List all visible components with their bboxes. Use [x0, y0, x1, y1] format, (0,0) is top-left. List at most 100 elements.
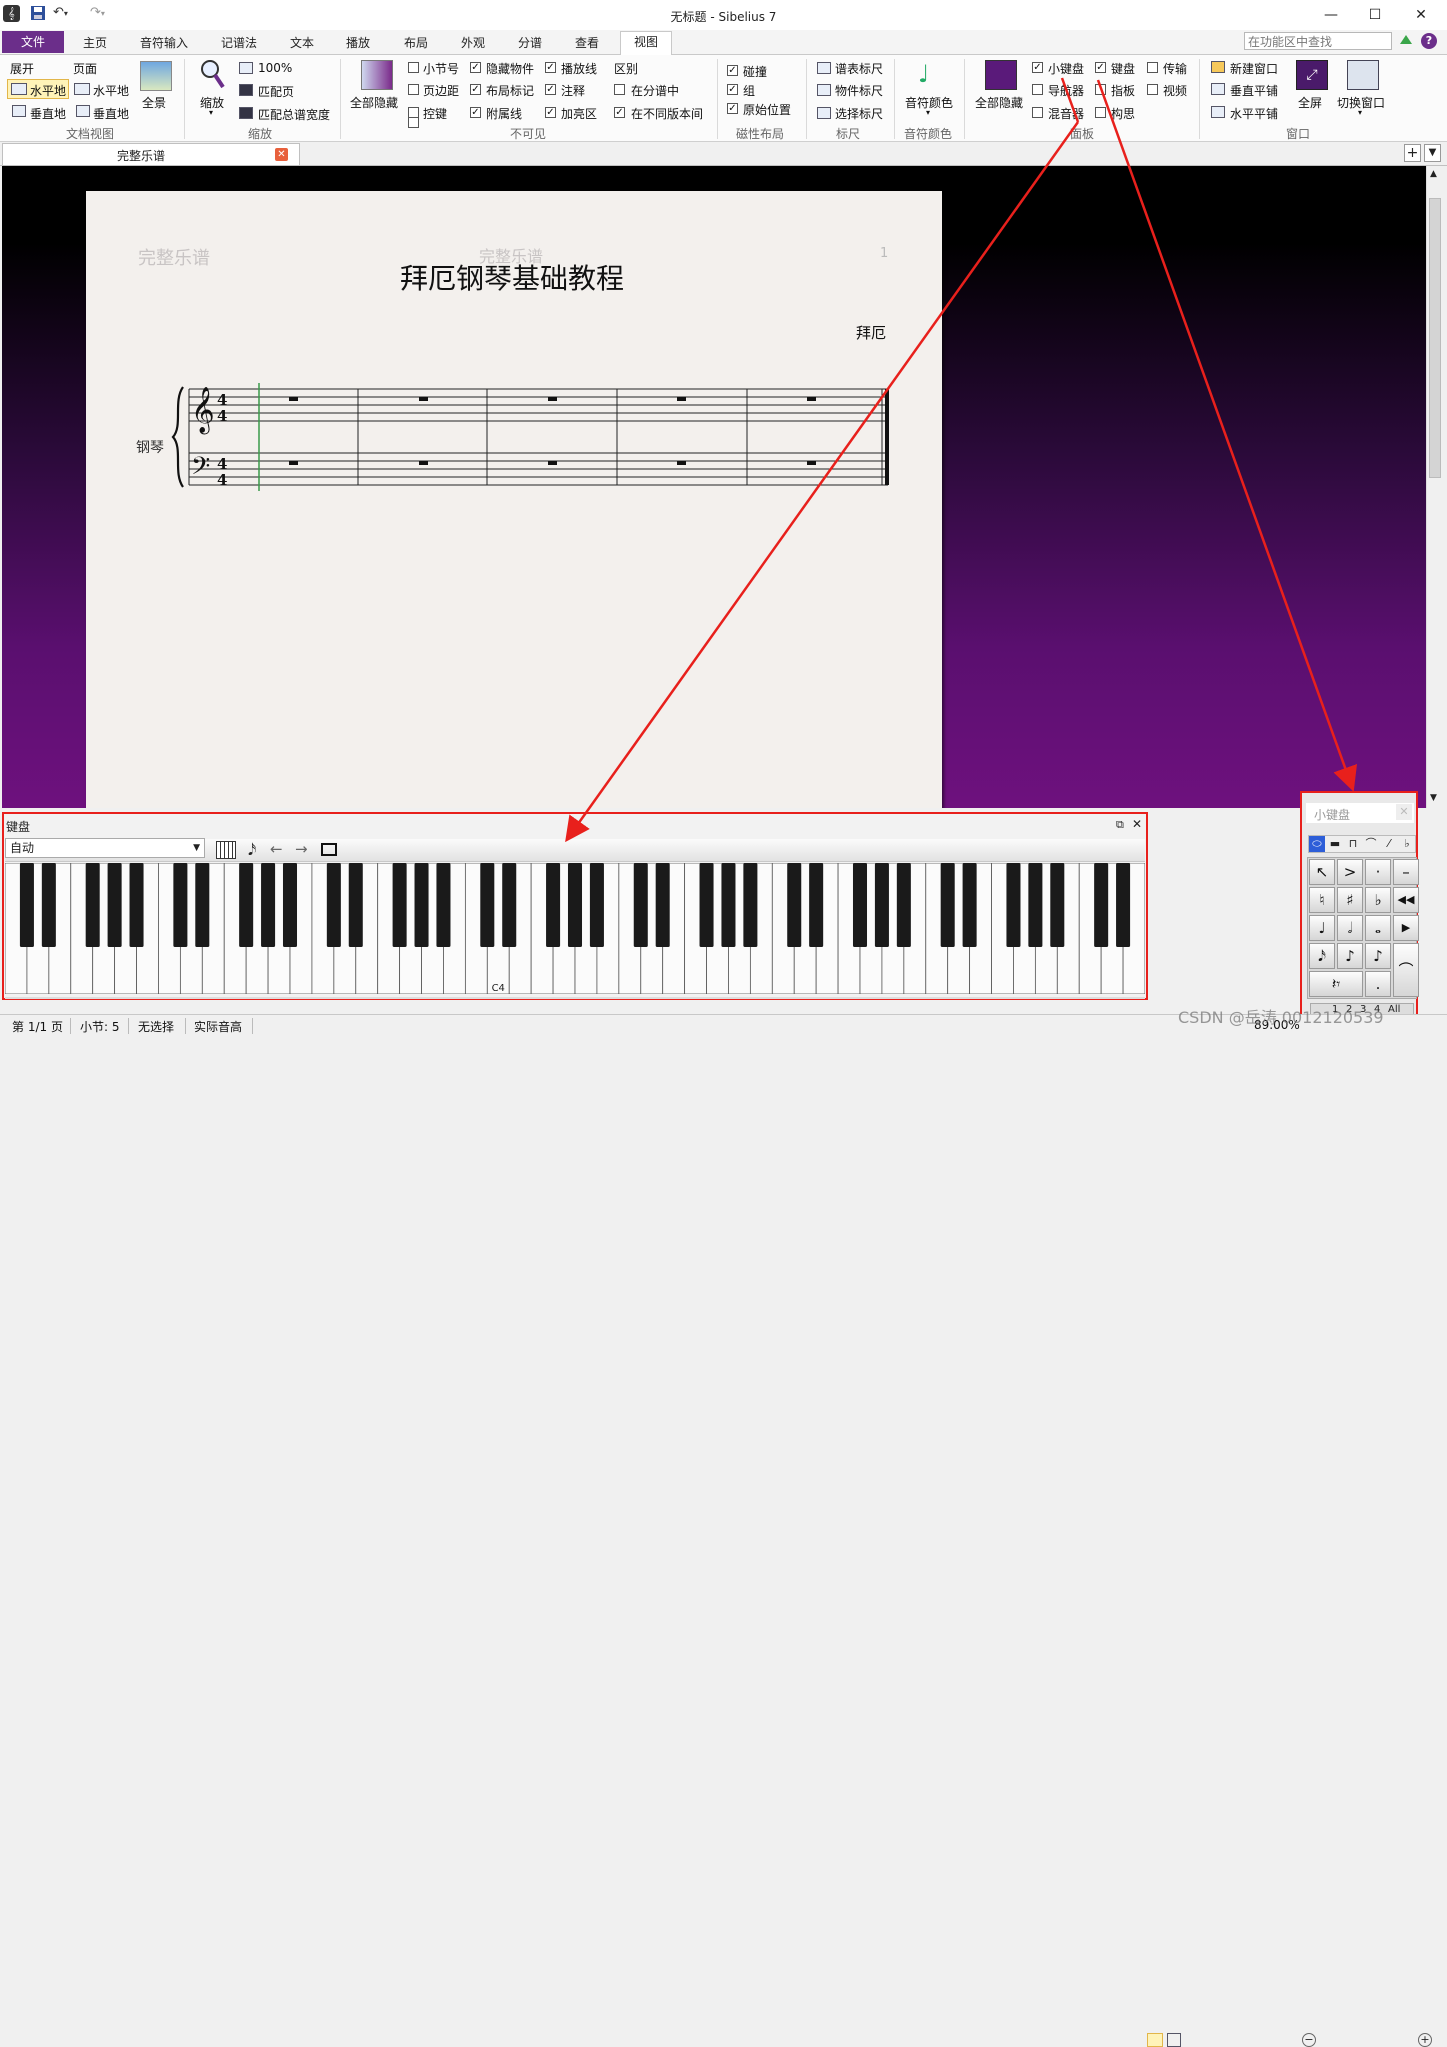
- tab-layout[interactable]: 布局: [394, 33, 438, 53]
- instrument-name[interactable]: 钢琴: [136, 437, 164, 457]
- black-key[interactable]: [173, 863, 188, 947]
- keypad-tab-jazz-icon[interactable]: ⁄: [1381, 836, 1397, 852]
- black-key[interactable]: [787, 863, 802, 947]
- keyboard-note-icon[interactable]: 𝅘𝅥𝅯: [248, 840, 256, 860]
- navigator-checkbox[interactable]: [1032, 84, 1043, 95]
- help-icon[interactable]: ?: [1421, 33, 1437, 49]
- tab-review[interactable]: 查看: [565, 33, 609, 53]
- keyboard-grid-icon[interactable]: [216, 841, 236, 859]
- keypad-tenuto-icon[interactable]: –: [1393, 859, 1419, 885]
- black-key[interactable]: [195, 863, 210, 947]
- panorama-button[interactable]: 全景: [142, 94, 166, 111]
- black-key[interactable]: [348, 863, 363, 947]
- status-view-vertical-icon[interactable]: [1167, 2033, 1181, 2047]
- black-key[interactable]: [940, 863, 955, 947]
- grand-staff[interactable]: 𝄞 𝄢 4 4 4 4: [171, 381, 891, 501]
- page-margins-checkbox[interactable]: [408, 84, 419, 95]
- in-parts-checkbox[interactable]: [614, 84, 625, 95]
- hide-all-panels-button[interactable]: 全部隐藏: [975, 94, 1023, 111]
- piano-keyboard[interactable]: C4: [5, 863, 1145, 994]
- tab-parts[interactable]: 分谱: [508, 33, 552, 53]
- note-colors-dropdown-icon[interactable]: ▾: [926, 108, 930, 117]
- black-key[interactable]: [1050, 863, 1065, 947]
- keypad-checkbox[interactable]: ✓: [1032, 62, 1043, 73]
- magnifier-icon[interactable]: [199, 59, 225, 94]
- vertical-view-button[interactable]: 垂直地: [30, 105, 66, 122]
- collisions-checkbox[interactable]: ✓: [727, 65, 738, 76]
- score-page[interactable]: 完整乐谱 完整乐谱 1 拜厄钢琴基础教程 拜厄 钢琴 𝄞 𝄢 4 4 4 4: [86, 191, 942, 811]
- keypad-close-icon[interactable]: ✕: [1396, 804, 1412, 820]
- page-view-button[interactable]: 页面: [73, 60, 97, 77]
- vertical-scrollbar[interactable]: ▲ ▼: [1426, 166, 1444, 808]
- scroll-up-icon[interactable]: ▲: [1430, 169, 1437, 179]
- mixer-checkbox[interactable]: [1032, 107, 1043, 118]
- maximize-button[interactable]: ☐: [1352, 0, 1398, 30]
- keypad-eighth-note-2-icon[interactable]: ♪: [1365, 943, 1391, 969]
- keypad-tab-beams-icon[interactable]: ⊓: [1345, 836, 1361, 852]
- ideas-checkbox[interactable]: [1095, 107, 1106, 118]
- groups-checkbox[interactable]: ✓: [727, 84, 738, 95]
- tile-vertical-button[interactable]: 垂直平铺: [1230, 82, 1278, 99]
- zoom-dropdown-icon[interactable]: ▾: [209, 108, 213, 117]
- black-key[interactable]: [546, 863, 561, 947]
- panorama-icon[interactable]: [140, 61, 172, 91]
- hide-all-invisibles-icon[interactable]: [361, 60, 393, 90]
- tab-appearance[interactable]: 外观: [451, 33, 495, 53]
- fullscreen-button[interactable]: 全屏: [1298, 94, 1322, 111]
- horizontal-page-button[interactable]: 水平地: [93, 82, 129, 99]
- document-tab[interactable]: 完整乐谱 ✕: [2, 143, 300, 165]
- black-key[interactable]: [896, 863, 911, 947]
- keypad-play-icon[interactable]: ▶: [1393, 915, 1419, 941]
- tab-view[interactable]: 视图: [620, 31, 672, 55]
- bar-numbers-checkbox[interactable]: [408, 117, 419, 128]
- close-tab-icon[interactable]: ✕: [275, 148, 288, 161]
- close-panel-icon[interactable]: ✕: [1132, 817, 1142, 831]
- keypad-sharp-icon[interactable]: ♯: [1337, 887, 1363, 913]
- tile-horizontal-button[interactable]: 水平平铺: [1230, 105, 1278, 122]
- keypad-tab-common[interactable]: ⬭: [1309, 836, 1325, 852]
- black-key[interactable]: [85, 863, 100, 947]
- keypad-tab-more-notes-icon[interactable]: ▬: [1327, 836, 1343, 852]
- keyboard-forward-icon[interactable]: →: [295, 840, 308, 858]
- note-colors-icon[interactable]: ♩: [918, 59, 929, 89]
- black-key[interactable]: [721, 863, 736, 947]
- new-tab-button[interactable]: +: [1404, 144, 1421, 162]
- keypad-select-icon[interactable]: ↖: [1309, 859, 1335, 885]
- zoom-in-icon[interactable]: +: [1418, 2033, 1432, 2047]
- black-key[interactable]: [589, 863, 604, 947]
- black-key[interactable]: [282, 863, 298, 947]
- tab-home[interactable]: 主页: [70, 33, 120, 53]
- black-key[interactable]: [567, 863, 583, 947]
- keypad-half-note-icon[interactable]: 𝅗𝅥: [1337, 915, 1363, 941]
- black-key[interactable]: [743, 863, 758, 947]
- black-key[interactable]: [261, 863, 276, 947]
- playback-line-checkbox[interactable]: ✓: [545, 62, 556, 73]
- black-key[interactable]: [1028, 863, 1043, 947]
- keyboard-back-icon[interactable]: ←: [270, 840, 283, 858]
- new-window-button[interactable]: 新建窗口: [1230, 60, 1278, 77]
- layout-marks-checkbox[interactable]: ✓: [470, 84, 481, 95]
- comments-checkbox[interactable]: ✓: [545, 84, 556, 95]
- black-key[interactable]: [19, 863, 34, 947]
- keypad-tie-icon[interactable]: ⌒: [1393, 943, 1419, 997]
- attachment-lines-checkbox[interactable]: ✓: [470, 107, 481, 118]
- staff-ruler-button[interactable]: 谱表标尺: [835, 60, 883, 77]
- composer[interactable]: 拜厄: [856, 322, 886, 343]
- black-key[interactable]: [41, 863, 56, 947]
- scroll-thumb[interactable]: [1429, 198, 1441, 478]
- black-key[interactable]: [699, 863, 714, 947]
- transport-checkbox[interactable]: [1147, 62, 1158, 73]
- keypad-rest-icon[interactable]: 𝄽𝄾: [1309, 971, 1363, 997]
- bar-numbers-checkbox[interactable]: [408, 62, 419, 73]
- tab-notations[interactable]: 记谱法: [210, 33, 268, 53]
- keyboard-mode-select[interactable]: 自动 ▼: [5, 838, 205, 858]
- black-key[interactable]: [1116, 863, 1131, 947]
- switch-window-icon[interactable]: [1347, 60, 1379, 90]
- black-key[interactable]: [852, 863, 868, 947]
- hidden-objects-checkbox[interactable]: ✓: [470, 62, 481, 73]
- black-key[interactable]: [502, 863, 517, 947]
- black-key[interactable]: [129, 863, 144, 947]
- between-versions-checkbox[interactable]: ✓: [614, 107, 625, 118]
- object-ruler-button[interactable]: 物件标尺: [835, 82, 883, 99]
- selection-ruler-button[interactable]: 选择标尺: [835, 105, 883, 122]
